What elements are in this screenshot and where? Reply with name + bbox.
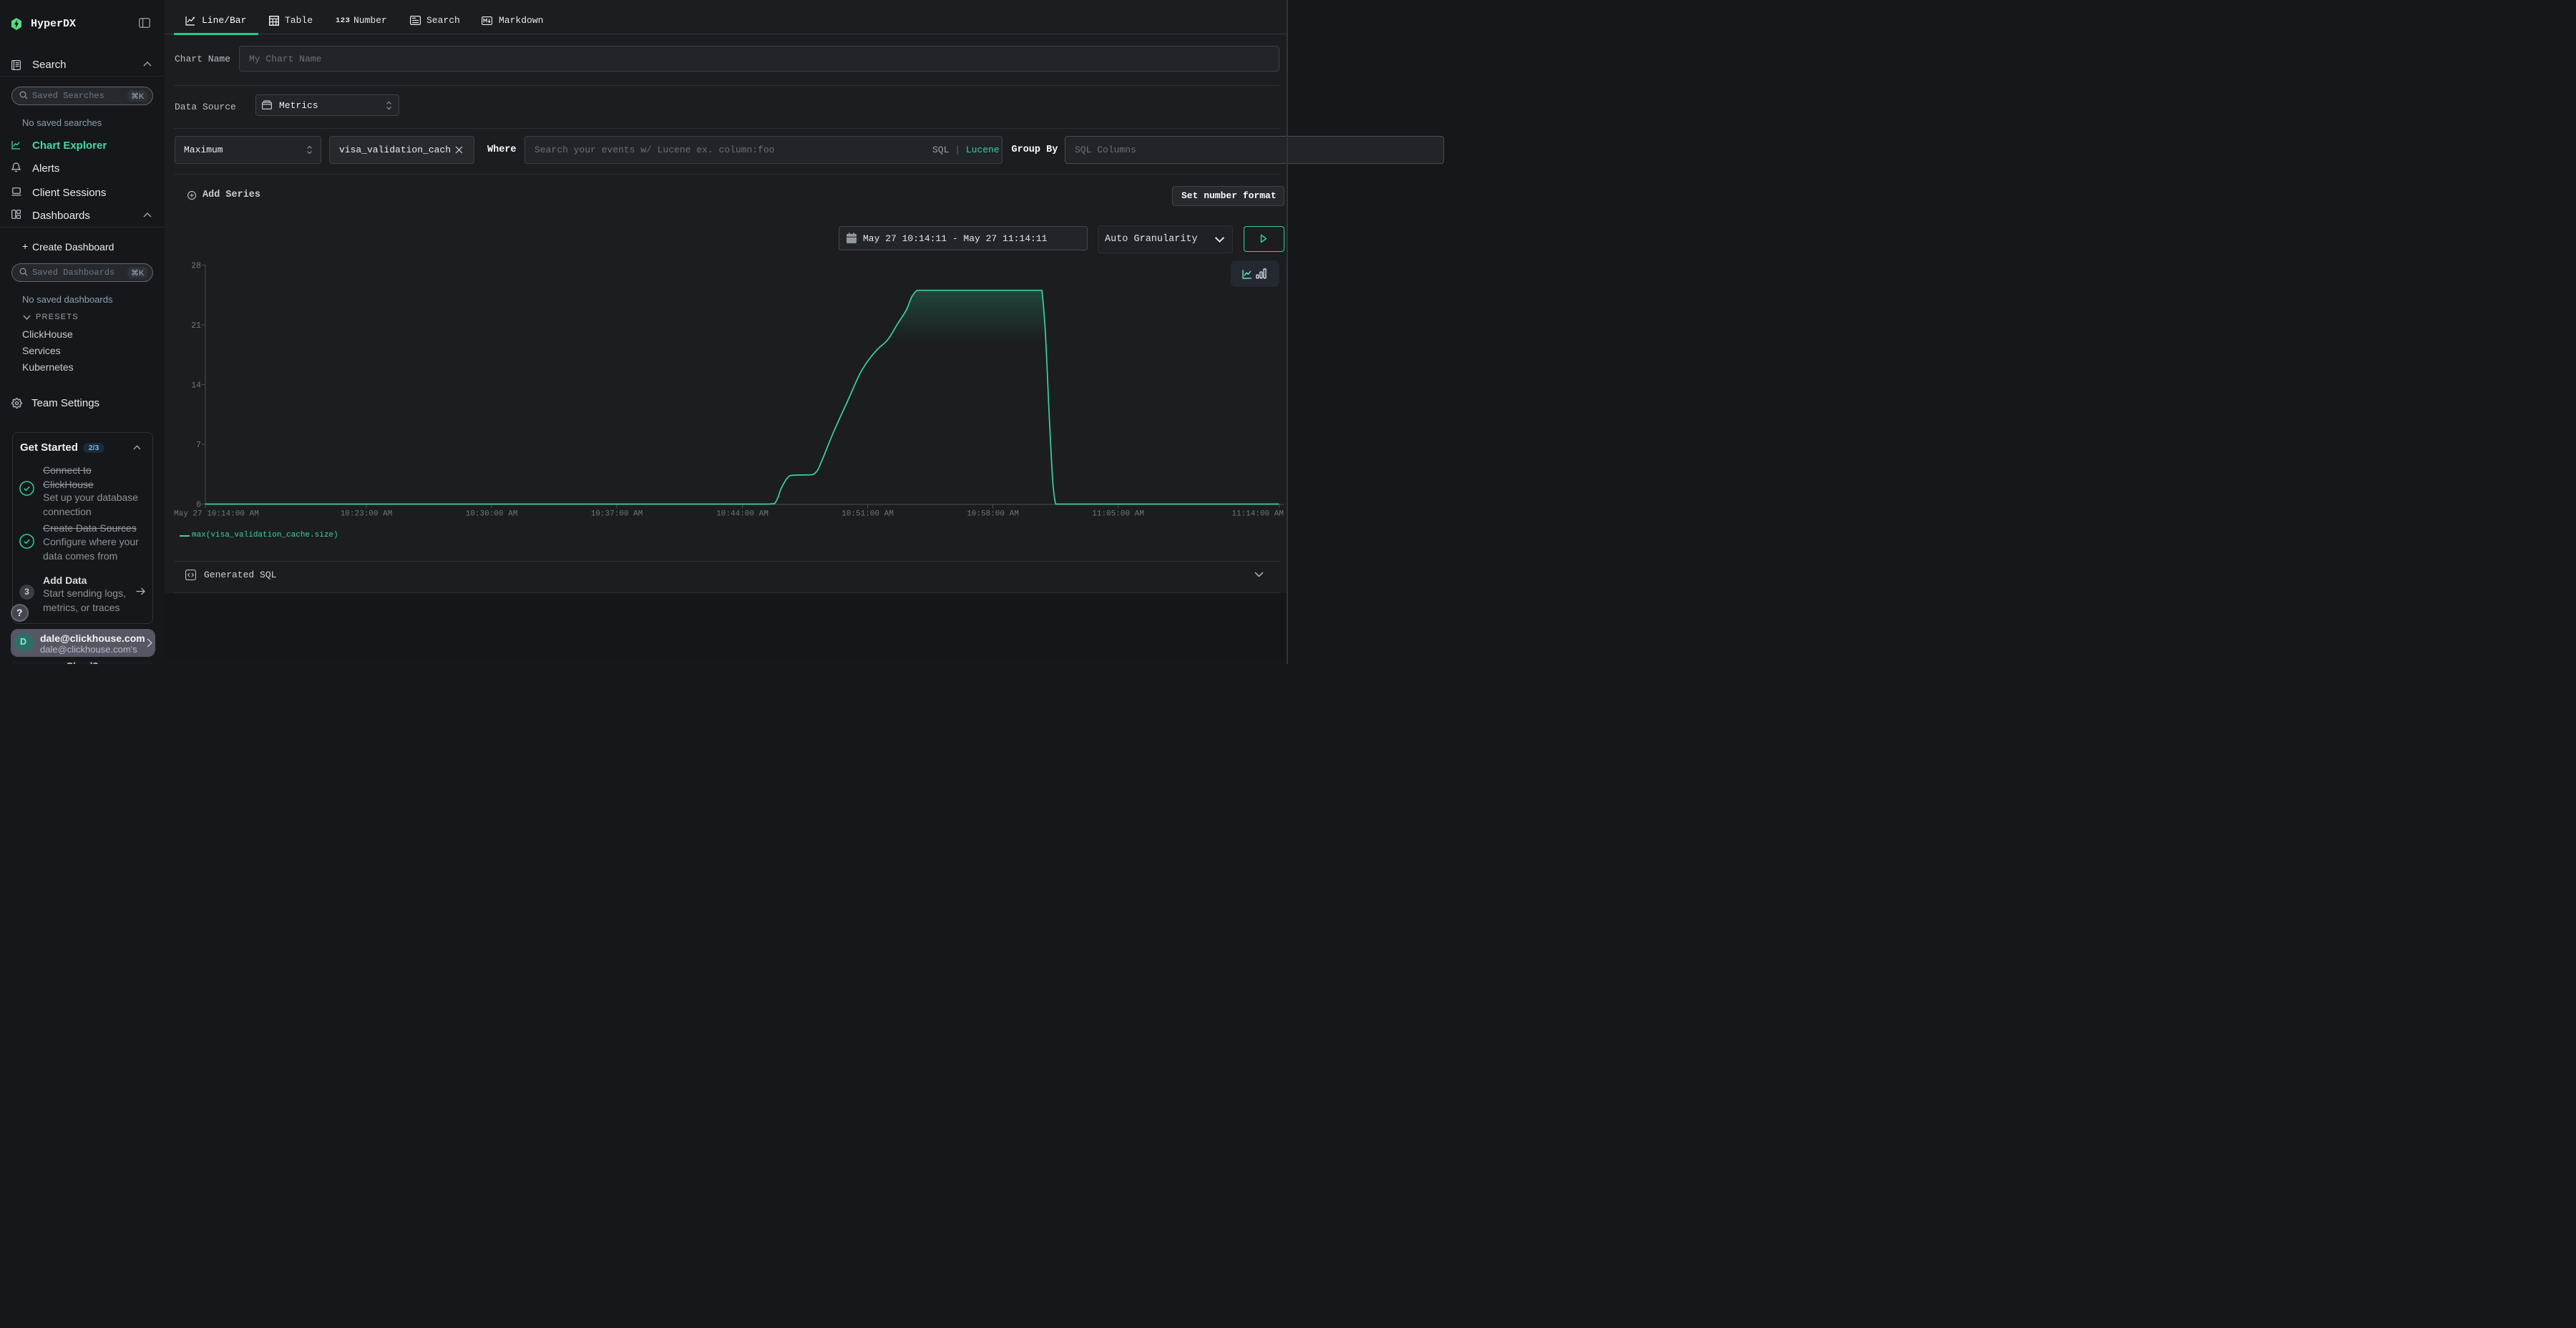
svg-text:10:30:00 AM: 10:30:00 AM [466, 510, 518, 519]
svg-text:10:58:00 AM: 10:58:00 AM [967, 510, 1019, 519]
svg-text:21: 21 [191, 321, 201, 331]
svg-text:10:23:00 AM: 10:23:00 AM [341, 510, 393, 519]
svg-text:10:44:00 AM: 10:44:00 AM [716, 510, 769, 519]
svg-text:10:51:00 AM: 10:51:00 AM [841, 510, 894, 519]
svg-text:11:05:00 AM: 11:05:00 AM [1092, 510, 1144, 519]
svg-text:14: 14 [191, 381, 201, 391]
svg-text:7: 7 [196, 441, 201, 450]
svg-text:10:37:00 AM: 10:37:00 AM [591, 510, 643, 519]
svg-text:0: 0 [196, 501, 201, 510]
svg-text:28: 28 [191, 262, 201, 271]
svg-text:May 27 10:14:00 AM: May 27 10:14:00 AM [174, 510, 259, 519]
svg-text:11:14:00 AM: 11:14:00 AM [1231, 510, 1284, 519]
